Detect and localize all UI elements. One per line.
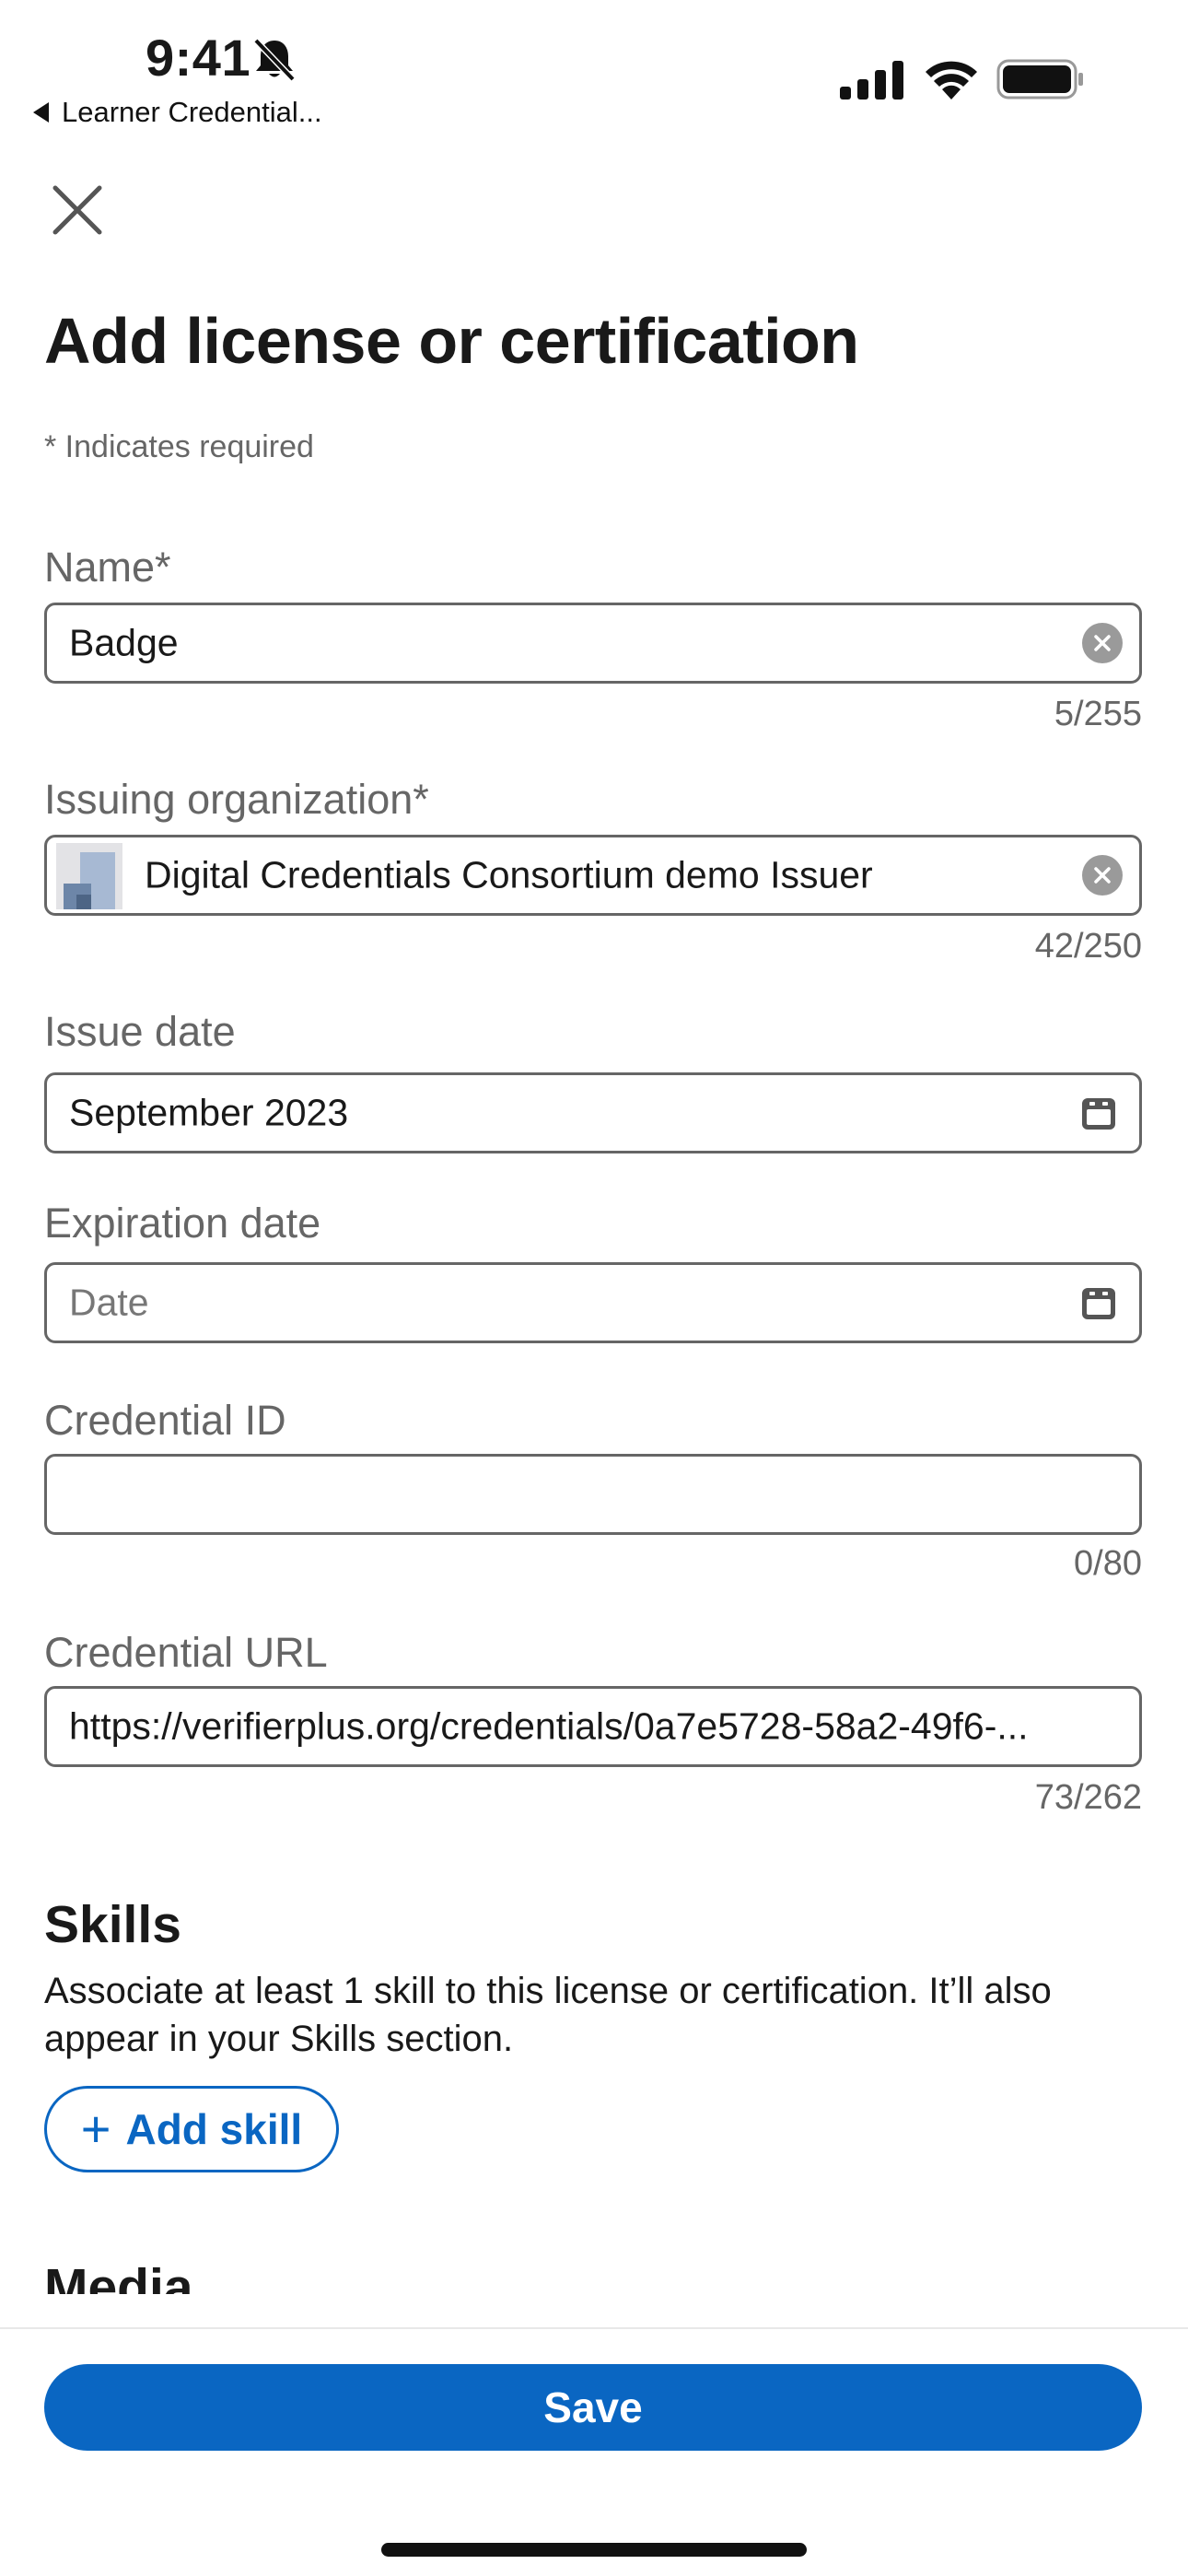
name-label: Name* — [44, 544, 171, 591]
credential-url-label: Credential URL — [44, 1629, 328, 1676]
add-skill-button[interactable]: + Add skill — [44, 2086, 339, 2172]
plus-icon: + — [80, 2100, 111, 2158]
status-bar: 9:41 Learner Credential... — [0, 0, 1188, 138]
issue-date-value: September 2023 — [69, 1091, 349, 1134]
issuing-org-clear-button[interactable] — [1082, 855, 1123, 896]
close-button[interactable] — [44, 177, 111, 243]
back-arrow-icon — [33, 102, 49, 123]
issue-date-input[interactable]: September 2023 — [44, 1072, 1142, 1153]
issuing-org-value: Digital Credentials Consortium demo Issu… — [145, 853, 873, 896]
skills-description: Associate at least 1 skill to this licen… — [44, 1971, 1052, 2059]
media-section: Media — [0, 2239, 1188, 2294]
credential-id-label: Credential ID — [44, 1397, 286, 1444]
credential-url-char-count: 73/262 — [1034, 1778, 1142, 1817]
name-value: Badge — [69, 621, 179, 664]
issuing-org-label: Issuing organization* — [44, 776, 429, 823]
bottom-bar: Save — [0, 2327, 1188, 2576]
back-to-app-link[interactable]: Learner Credential... — [33, 96, 322, 129]
expiration-date-label: Expiration date — [44, 1200, 321, 1247]
home-indicator[interactable] — [381, 2543, 807, 2557]
media-section-title: Media — [44, 2258, 193, 2294]
credential-id-input[interactable] — [44, 1454, 1142, 1535]
name-input[interactable]: Badge — [44, 603, 1142, 684]
skills-section-title: Skills — [44, 1895, 181, 1954]
clear-icon — [1094, 635, 1111, 651]
bell-slash-icon — [253, 38, 296, 82]
required-note: * Indicates required — [44, 429, 314, 464]
back-app-label: Learner Credential... — [62, 96, 322, 128]
name-clear-button[interactable] — [1082, 623, 1123, 663]
name-char-count: 5/255 — [1054, 695, 1142, 733]
credential-id-char-count: 0/80 — [1074, 1544, 1142, 1583]
signal-icon — [840, 61, 903, 100]
clear-icon — [1094, 867, 1111, 884]
organization-logo — [56, 843, 122, 909]
issuing-org-char-count: 42/250 — [1034, 927, 1142, 966]
page-title: Add license or certification — [44, 305, 859, 377]
status-time: 9:41 — [146, 29, 251, 87]
add-skill-label: Add skill — [125, 2105, 303, 2153]
calendar-icon[interactable] — [1080, 1284, 1117, 1321]
credential-url-value: https://verifierplus.org/credentials/0a7… — [69, 1704, 1029, 1748]
issue-date-label: Issue date — [44, 1008, 236, 1055]
expiration-date-placeholder: Date — [69, 1281, 149, 1324]
save-button[interactable]: Save — [44, 2364, 1142, 2451]
issuing-org-input[interactable]: Digital Credentials Consortium demo Issu… — [44, 835, 1142, 916]
calendar-icon[interactable] — [1080, 1095, 1117, 1131]
close-icon — [52, 185, 102, 235]
wifi-icon — [926, 61, 977, 100]
battery-icon — [996, 59, 1083, 100]
credential-url-input[interactable]: https://verifierplus.org/credentials/0a7… — [44, 1686, 1142, 1767]
expiration-date-input[interactable]: Date — [44, 1262, 1142, 1343]
